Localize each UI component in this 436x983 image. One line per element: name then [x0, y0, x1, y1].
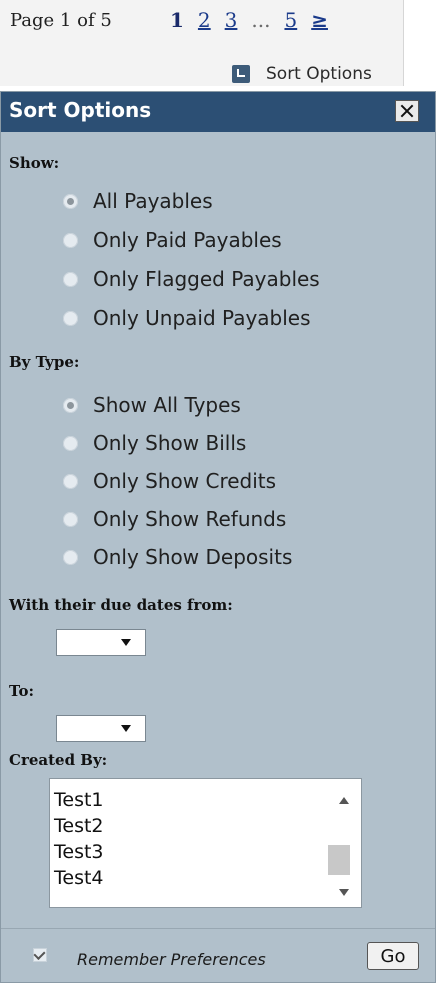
list-item[interactable]: Test4	[54, 867, 104, 889]
list-item[interactable]: Test2	[54, 815, 104, 837]
scroll-down-icon[interactable]	[339, 889, 349, 896]
page-link-1[interactable]: 1	[170, 8, 184, 32]
page-link-3[interactable]: 3	[225, 8, 238, 32]
radio-show-all-types[interactable]: Show All Types	[63, 393, 241, 417]
remember-preferences-checkbox[interactable]	[33, 948, 47, 962]
page-count-label: Page 1 of 5	[10, 10, 112, 31]
show-section-label: Show:	[9, 154, 60, 172]
sort-options-icon	[232, 65, 250, 83]
list-item[interactable]: Test3	[54, 841, 104, 863]
created-by-listbox[interactable]: Test1 Test2 Test3 Test4	[49, 778, 362, 908]
created-by-label: Created By:	[9, 751, 108, 769]
radio-only-flagged-payables[interactable]: Only Flagged Payables	[63, 267, 320, 291]
due-to-label: To:	[9, 682, 34, 700]
radio-button[interactable]	[63, 549, 78, 565]
sort-options-panel: Sort Options Show: All Payables Only Pai…	[0, 91, 436, 983]
chevron-down-icon	[121, 725, 131, 732]
close-icon[interactable]	[395, 100, 419, 122]
due-to-select[interactable]	[56, 715, 146, 742]
next-page-link[interactable]: ≥	[311, 8, 328, 32]
radio-button[interactable]	[63, 310, 78, 326]
due-from-select[interactable]	[56, 629, 146, 656]
due-dates-from-label: With their due dates from:	[9, 596, 233, 614]
page-ellipsis: ...	[251, 8, 271, 32]
scroll-thumb[interactable]	[328, 845, 350, 875]
radio-only-show-deposits[interactable]: Only Show Deposits	[63, 545, 292, 569]
radio-only-paid-payables[interactable]: Only Paid Payables	[63, 228, 282, 252]
radio-button[interactable]	[63, 511, 78, 527]
page-link-5[interactable]: 5	[284, 8, 297, 32]
pager-divider	[403, 0, 404, 86]
radio-button[interactable]	[63, 473, 78, 489]
radio-button[interactable]	[63, 435, 78, 451]
radio-button[interactable]	[63, 271, 78, 287]
panel-title: Sort Options	[9, 98, 152, 122]
radio-only-unpaid-payables[interactable]: Only Unpaid Payables	[63, 306, 311, 330]
listbox-scrollbar[interactable]	[326, 779, 360, 906]
remember-preferences-label: Remember Preferences	[77, 950, 266, 969]
page-link-2[interactable]: 2	[198, 8, 211, 32]
by-type-section-label: By Type:	[9, 353, 80, 371]
radio-button[interactable]	[63, 232, 78, 248]
list-item[interactable]: Test1	[54, 789, 104, 811]
scroll-up-icon[interactable]	[339, 797, 349, 804]
sort-options-link-label: Sort Options	[266, 64, 372, 84]
go-button[interactable]: Go	[367, 942, 419, 970]
radio-only-show-bills[interactable]: Only Show Bills	[63, 431, 246, 455]
radio-only-show-refunds[interactable]: Only Show Refunds	[63, 507, 286, 531]
radio-all-payables[interactable]: All Payables	[63, 189, 213, 213]
pager-bar: Page 1 of 5 1 2 3 ... 5 ≥ Sort Options	[0, 0, 404, 86]
chevron-down-icon	[121, 639, 131, 646]
panel-header: Sort Options	[1, 92, 435, 132]
sort-options-link[interactable]: Sort Options	[232, 64, 372, 84]
footer-divider	[1, 928, 435, 929]
radio-only-show-credits[interactable]: Only Show Credits	[63, 469, 276, 493]
radio-button[interactable]	[63, 193, 78, 209]
radio-button[interactable]	[63, 397, 78, 413]
page-links: 1 2 3 ... 5 ≥	[170, 8, 328, 32]
